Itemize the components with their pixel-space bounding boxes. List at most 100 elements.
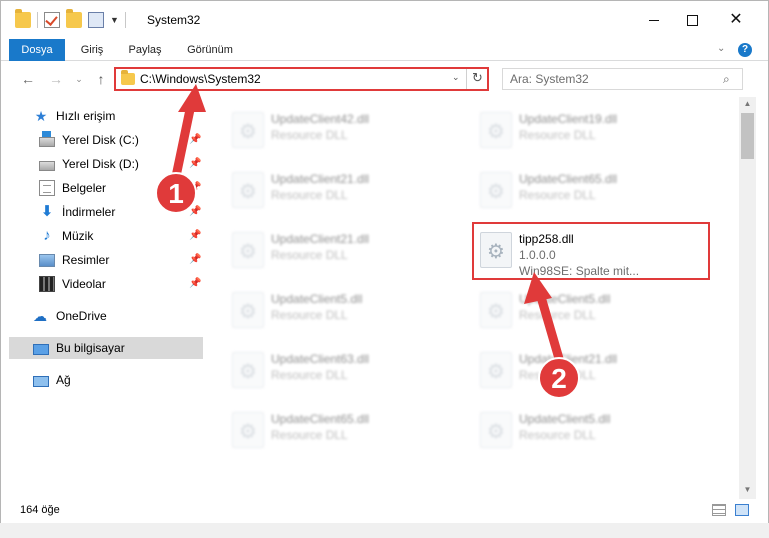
folder-icon bbox=[15, 9, 31, 28]
address-bar[interactable]: C:\Windows\System32 ⌄ ↻ bbox=[114, 67, 489, 91]
expand-ribbon-chevron-icon[interactable]: ⌄ bbox=[717, 43, 725, 54]
sidebar-item-pictures[interactable]: Resimler 📌 bbox=[9, 249, 203, 271]
scroll-down-arrow-icon[interactable]: ▼ bbox=[739, 483, 756, 497]
details-view-icon[interactable] bbox=[712, 504, 726, 516]
back-arrow-icon[interactable]: ← bbox=[18, 69, 38, 89]
tab-file[interactable]: Dosya bbox=[9, 39, 65, 61]
file-name: UpdateClient5.dll bbox=[271, 292, 363, 306]
dll-file-icon bbox=[480, 172, 512, 208]
file-item[interactable]: UpdateClient65.dll Resource DLL bbox=[226, 404, 466, 454]
sidebar-item-label: İndirmeler bbox=[62, 205, 116, 219]
scroll-up-arrow-icon[interactable]: ▲ bbox=[739, 97, 756, 111]
recent-locations-chevron-icon[interactable]: ⌄ bbox=[69, 69, 89, 89]
vertical-scrollbar[interactable]: ▲ ▼ bbox=[739, 97, 756, 499]
highlighted-file-item[interactable]: tipp258.dll 1.0.0.0 Win98SE: Spalte mit.… bbox=[472, 222, 710, 280]
sidebar-item-local-disk-d[interactable]: Yerel Disk (D:) 📌 bbox=[9, 153, 203, 175]
sidebar-item-network[interactable]: Ağ bbox=[9, 369, 203, 391]
close-button[interactable]: ✕ bbox=[713, 1, 759, 39]
sidebar-item-onedrive[interactable]: ☁ OneDrive bbox=[9, 305, 203, 327]
pin-icon: 📌 bbox=[189, 278, 202, 289]
file-type: Resource DLL bbox=[519, 308, 596, 322]
file-item[interactable]: UpdateClient21.dll Resource DLL bbox=[226, 224, 466, 274]
tab-share[interactable]: Paylaş bbox=[120, 39, 170, 61]
dll-file-icon bbox=[480, 352, 512, 388]
sidebar-item-downloads[interactable]: ⬇ İndirmeler 📌 bbox=[9, 201, 203, 223]
status-bar: 164 öğe bbox=[1, 499, 768, 523]
dll-file-icon bbox=[480, 292, 512, 328]
file-name: UpdateClient19.dll bbox=[519, 112, 618, 126]
file-item[interactable]: UpdateClient63.dll Resource DLL bbox=[226, 344, 466, 394]
file-name: UpdateClient5.dll bbox=[519, 292, 611, 306]
address-dropdown-chevron-icon[interactable]: ⌄ bbox=[452, 72, 460, 83]
dll-file-icon bbox=[480, 232, 512, 268]
item-count: 164 öğe bbox=[20, 504, 60, 516]
file-item[interactable]: UpdateClient21.dll Resource DLL bbox=[226, 164, 466, 214]
checklist-icon[interactable] bbox=[44, 12, 60, 28]
bottom-strip bbox=[0, 523, 769, 538]
file-item[interactable]: UpdateClient42.dll Resource DLL bbox=[226, 104, 466, 154]
videos-icon bbox=[39, 276, 55, 292]
help-icon[interactable]: ? bbox=[738, 43, 752, 57]
file-item[interactable]: UpdateClient21.dll Resource DLL bbox=[474, 344, 714, 394]
sidebar-item-quick-access[interactable]: ★ Hızlı erişim bbox=[9, 105, 203, 127]
dll-file-icon bbox=[232, 172, 264, 208]
maximize-button[interactable] bbox=[669, 1, 715, 39]
disk-icon bbox=[39, 130, 55, 147]
file-type: Resource DLL bbox=[271, 188, 348, 202]
file-item[interactable]: UpdateClient19.dll Resource DLL bbox=[474, 104, 714, 154]
sidebar-item-label: Resimler bbox=[62, 253, 110, 267]
file-item[interactable]: UpdateClient5.dll Resource DLL bbox=[474, 404, 714, 454]
up-arrow-icon[interactable]: ↑ bbox=[91, 69, 111, 89]
sidebar-item-label: Videolar bbox=[62, 277, 106, 291]
sidebar-item-label: Müzik bbox=[62, 229, 94, 243]
file-type: Resource DLL bbox=[271, 128, 348, 142]
sidebar-item-documents[interactable]: Belgeler 📌 bbox=[9, 177, 203, 199]
new-folder-icon[interactable] bbox=[66, 9, 82, 28]
sidebar-item-local-disk-c[interactable]: Yerel Disk (C:) 📌 bbox=[9, 129, 203, 151]
folder-icon bbox=[121, 70, 135, 85]
sidebar-item-label: OneDrive bbox=[56, 309, 107, 323]
sidebar-item-music[interactable]: ♪ Müzik 📌 bbox=[9, 225, 203, 247]
scrollbar-thumb[interactable] bbox=[741, 113, 754, 159]
file-name: UpdateClient21.dll bbox=[271, 172, 370, 186]
explorer-window: ▼ System32 ✕ Dosya Giriş Paylaş Görünüm … bbox=[0, 0, 769, 538]
dll-file-icon bbox=[232, 352, 264, 388]
address-divider bbox=[466, 69, 467, 89]
document-icon bbox=[39, 180, 55, 196]
file-description: Win98SE: Spalte mit... bbox=[519, 264, 640, 278]
file-item[interactable]: UpdateClient5.dll Resource DLL bbox=[226, 284, 466, 334]
file-item[interactable]: UpdateClient5.dll Resource DLL bbox=[474, 284, 714, 334]
address-path[interactable]: C:\Windows\System32 bbox=[140, 72, 261, 86]
pin-icon: 📌 bbox=[189, 230, 202, 241]
search-placeholder: Ara: System32 bbox=[510, 72, 589, 86]
quick-access-toolbar: ▼ bbox=[15, 9, 126, 28]
search-icon[interactable]: ⌕ bbox=[723, 72, 730, 87]
properties-icon[interactable] bbox=[88, 12, 104, 28]
dll-file-icon bbox=[480, 412, 512, 448]
sidebar-item-this-pc[interactable]: Bu bilgisayar bbox=[9, 337, 203, 359]
sidebar-item-label: Bu bilgisayar bbox=[56, 341, 125, 355]
cloud-icon: ☁ bbox=[33, 308, 47, 324]
toolbar-divider bbox=[124, 12, 126, 28]
disk-icon bbox=[39, 160, 55, 171]
file-type: Resource DLL bbox=[271, 308, 348, 322]
refresh-icon[interactable]: ↻ bbox=[472, 70, 483, 86]
computer-icon bbox=[33, 343, 49, 355]
tiles-view-icon[interactable] bbox=[735, 504, 749, 516]
window-title: System32 bbox=[147, 13, 201, 27]
sidebar-item-label: Belgeler bbox=[62, 181, 107, 195]
file-name: UpdateClient63.dll bbox=[271, 352, 370, 366]
sidebar-item-label: Ağ bbox=[56, 373, 71, 387]
close-icon: ✕ bbox=[729, 11, 743, 28]
file-type: Resource DLL bbox=[271, 248, 348, 262]
file-version: 1.0.0.0 bbox=[519, 248, 556, 262]
tab-home[interactable]: Giriş bbox=[72, 39, 112, 61]
search-box[interactable]: Ara: System32 ⌕ bbox=[502, 68, 743, 90]
dll-file-icon bbox=[232, 232, 264, 268]
file-name: UpdateClient5.dll bbox=[519, 412, 611, 426]
file-item[interactable]: UpdateClient65.dll Resource DLL bbox=[474, 164, 714, 214]
customize-toolbar-chevron-icon[interactable]: ▼ bbox=[110, 15, 119, 25]
forward-arrow-icon[interactable]: → bbox=[46, 69, 66, 89]
sidebar-item-videos[interactable]: Videolar 📌 bbox=[9, 273, 203, 295]
tab-view[interactable]: Görünüm bbox=[179, 39, 241, 61]
